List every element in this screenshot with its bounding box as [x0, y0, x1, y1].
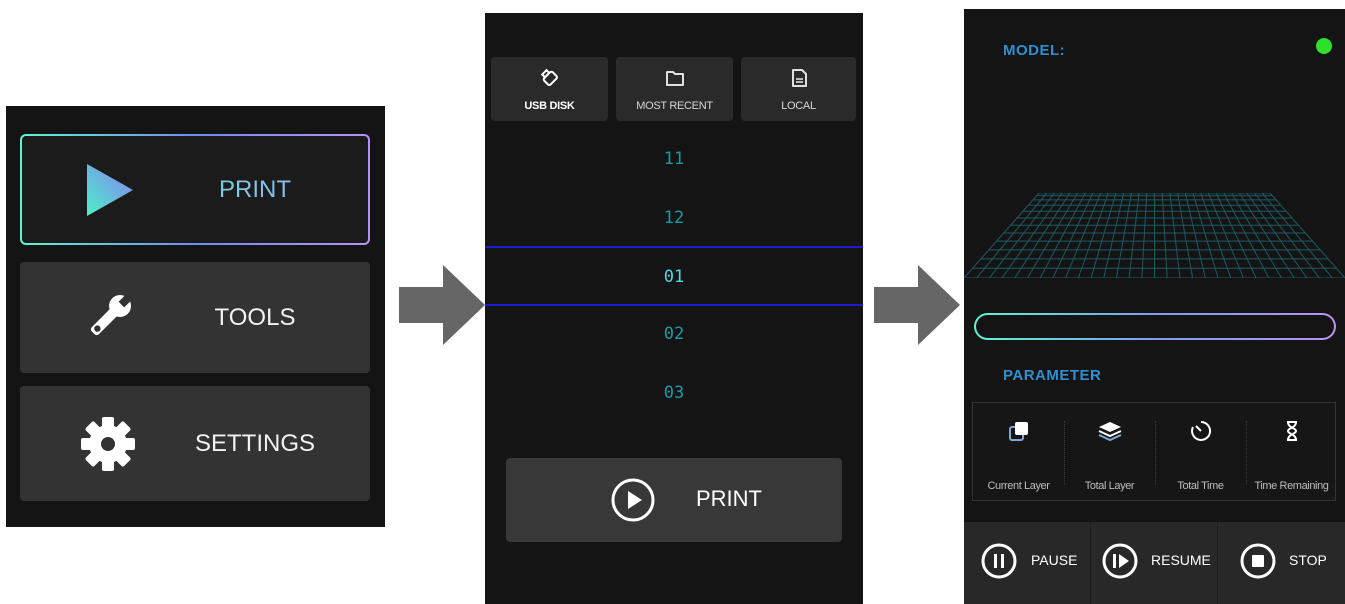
print-file-label: PRINT: [696, 486, 762, 511]
flow-arrow-icon: [399, 265, 485, 345]
tab-most-recent[interactable]: MOST RECENT: [616, 57, 733, 121]
param-current-layer: Current Layer: [973, 403, 1064, 502]
pause-label: PAUSE: [1031, 552, 1078, 568]
build-plate-grid: [964, 193, 1345, 278]
settings-menu-button[interactable]: SETTINGS: [20, 386, 370, 501]
param-total-layer: Total Layer: [1064, 403, 1155, 502]
layers-stack-icon: [1097, 418, 1123, 444]
stop-label: STOP: [1289, 552, 1327, 568]
file-list-item[interactable]: 03: [485, 378, 863, 408]
folder-icon: [664, 67, 686, 89]
param-label: Total Time: [1177, 480, 1224, 492]
play-circle-icon: [610, 477, 656, 523]
status-indicator: [1316, 38, 1332, 54]
file-list-item[interactable]: 11: [485, 144, 863, 174]
param-time-remaining: Time Remaining: [1246, 403, 1337, 502]
usb-icon: [539, 67, 561, 89]
stop-icon: [1239, 542, 1277, 580]
file-list-item[interactable]: 12: [485, 203, 863, 233]
print-control-bar: PAUSE RESUME STOP: [964, 522, 1345, 604]
settings-menu-label: SETTINGS: [194, 429, 315, 457]
selection-top-line: [485, 246, 863, 248]
print-menu-button[interactable]: PRINT: [20, 134, 370, 245]
resume-label: RESUME: [1151, 552, 1211, 568]
wrench-icon: [78, 288, 138, 348]
param-label: Current Layer: [987, 480, 1050, 492]
tab-usb-disk-label: USB DISK: [524, 100, 575, 112]
tab-usb-disk[interactable]: USB DISK: [491, 57, 608, 121]
parameter-panel: Current Layer Total Layer Total Time Tim…: [972, 402, 1336, 501]
gear-icon: [78, 414, 138, 474]
layer-copy-icon: [1006, 418, 1032, 444]
file-icon: [788, 67, 810, 89]
file-browser-screen: USB DISK MOST RECENT LOCAL 11 12 01 02 0…: [485, 13, 863, 604]
play-icon: [80, 160, 140, 220]
timer-icon: [1188, 418, 1214, 444]
tab-most-recent-label: MOST RECENT: [636, 100, 713, 112]
stop-button[interactable]: STOP: [1218, 522, 1345, 604]
print-file-button[interactable]: PRINT: [506, 458, 842, 542]
main-menu-screen: PRINT TOOLS SETTINGS: [6, 106, 385, 527]
param-total-time: Total Time: [1155, 403, 1246, 502]
selection-bottom-line: [485, 304, 863, 306]
hourglass-icon: [1279, 418, 1305, 444]
param-label: Time Remaining: [1254, 480, 1329, 492]
pause-icon: [980, 542, 1018, 580]
tab-local-label: LOCAL: [781, 100, 816, 112]
resume-icon: [1101, 542, 1139, 580]
file-list-item-selected[interactable]: 01: [485, 262, 863, 292]
tools-menu-button[interactable]: TOOLS: [20, 262, 370, 373]
print-menu-label: PRINT: [142, 176, 368, 204]
resume-button[interactable]: RESUME: [1091, 522, 1217, 604]
pause-button[interactable]: PAUSE: [964, 522, 1090, 604]
progress-bar: [974, 313, 1336, 340]
tab-local[interactable]: LOCAL: [741, 57, 856, 121]
param-label: Total Layer: [1084, 480, 1135, 492]
file-list-item[interactable]: 02: [485, 319, 863, 349]
tools-menu-label: TOOLS: [214, 303, 296, 331]
model-title: MODEL:: [1003, 42, 1066, 59]
parameter-title: PARAMETER: [1003, 367, 1102, 384]
flow-arrow-icon: [874, 265, 960, 345]
printing-screen: MODEL: PARAMETER Current Layer Total Lay…: [964, 9, 1345, 604]
